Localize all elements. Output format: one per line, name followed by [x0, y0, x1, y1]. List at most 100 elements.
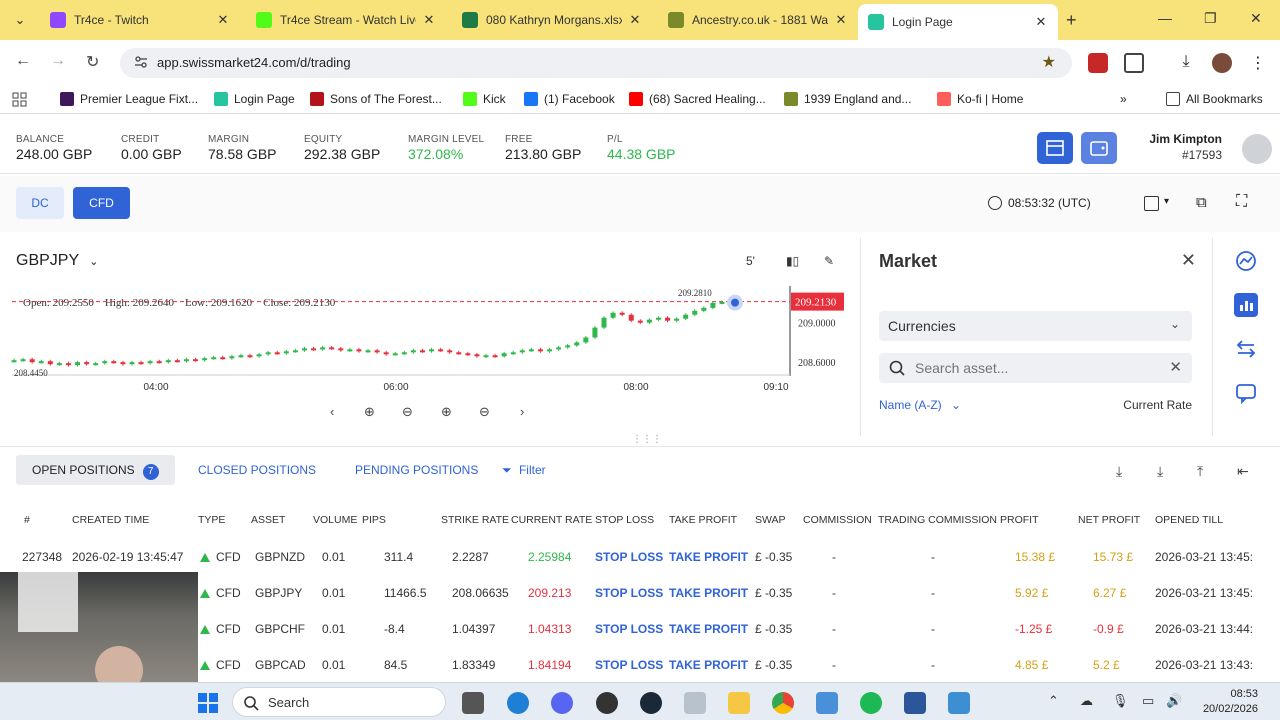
forward-icon[interactable]: →: [50, 52, 66, 70]
column-header[interactable]: VOLUME: [313, 514, 357, 526]
extension-icon[interactable]: [1088, 53, 1108, 73]
column-header[interactable]: ASSET: [251, 514, 285, 526]
onedrive-icon[interactable]: ☁: [1080, 693, 1093, 709]
browser-tab[interactable]: Tr4ce Stream - Watch Live ✕: [246, 4, 446, 36]
back-icon[interactable]: ←: [15, 52, 31, 70]
column-header[interactable]: PROFIT: [1000, 514, 1039, 526]
reload-icon[interactable]: ↻: [86, 52, 99, 72]
tab-closed-positions[interactable]: CLOSED POSITIONS: [182, 455, 332, 485]
bookmark-item[interactable]: Login Page: [214, 92, 295, 106]
chrome-icon[interactable]: [772, 692, 794, 714]
take-profit-button[interactable]: TAKE PROFIT: [669, 658, 748, 672]
browser-tab[interactable]: Login Page ✕: [858, 4, 1058, 40]
minimize-icon[interactable]: —: [1158, 10, 1172, 26]
bookmark-item[interactable]: (68) Sacred Healing...: [629, 92, 766, 106]
column-header[interactable]: STOP LOSS: [595, 514, 654, 526]
stop-loss-button[interactable]: STOP LOSS: [595, 622, 663, 636]
market-close-icon[interactable]: ✕: [1181, 250, 1196, 271]
row-resize-handle[interactable]: ⋮⋮⋮: [632, 434, 662, 445]
scroll-right-icon[interactable]: ›: [520, 404, 524, 419]
apps-grid-icon[interactable]: [12, 92, 28, 108]
zoom-fit-in-icon[interactable]: ⊕: [441, 404, 452, 420]
microphone-icon[interactable]: 🎙: [1112, 693, 1129, 709]
clear-search-icon[interactable]: ✕: [1169, 358, 1182, 376]
bookmark-star-icon[interactable]: ★: [1042, 52, 1056, 72]
fullscreen-icon[interactable]: ⛶: [1236, 193, 1247, 211]
volume-icon[interactable]: 🔊: [1166, 693, 1182, 709]
zoom-in-icon[interactable]: ⊕: [364, 404, 375, 420]
profile-avatar[interactable]: [1212, 53, 1232, 73]
column-header[interactable]: TYPE: [198, 514, 225, 526]
stop-loss-button[interactable]: STOP LOSS: [595, 550, 663, 564]
dc-mode-button[interactable]: DC: [16, 187, 64, 219]
tab-close-icon[interactable]: ✕: [628, 12, 642, 28]
app-icon-4[interactable]: [948, 692, 970, 714]
column-header[interactable]: CREATED TIME: [72, 514, 149, 526]
bookmark-item[interactable]: Premier League Fixt...: [60, 92, 198, 106]
zoom-fit-out-icon[interactable]: ⊖: [479, 404, 490, 420]
column-header[interactable]: STRIKE RATE: [441, 514, 509, 526]
tab-close-icon[interactable]: ✕: [1034, 14, 1048, 30]
extensions-puzzle-icon[interactable]: [1124, 53, 1144, 73]
wallet-button[interactable]: [1081, 132, 1117, 164]
tab-pending-positions[interactable]: PENDING POSITIONS: [339, 455, 494, 485]
new-tab-button[interactable]: +: [1066, 10, 1077, 31]
browser-tab[interactable]: Tr4ce - Twitch ✕: [40, 4, 240, 36]
more-bookmarks-icon[interactable]: »: [1120, 92, 1127, 106]
column-header[interactable]: NET PROFIT: [1078, 514, 1140, 526]
column-header[interactable]: CURRENT RATE: [511, 514, 592, 526]
discord-icon[interactable]: [551, 692, 573, 714]
market-watch-icon[interactable]: [1233, 248, 1259, 274]
chart-view-icon[interactable]: [1233, 292, 1259, 318]
all-bookmarks-folder[interactable]: All Bookmarks: [1166, 92, 1263, 106]
zoom-out-icon[interactable]: ⊖: [402, 404, 413, 420]
bookmark-item[interactable]: Kick: [463, 92, 506, 106]
task-view-icon[interactable]: [462, 692, 484, 714]
word-icon[interactable]: [904, 692, 926, 714]
split-view-icon[interactable]: ⧉: [1196, 194, 1207, 211]
expand-up-icon[interactable]: ⤒: [1197, 463, 1203, 480]
bookmark-item[interactable]: 1939 England and...: [784, 92, 911, 106]
sort-selector[interactable]: Name (A-Z) ⌄: [879, 398, 961, 412]
layout-chevron-icon[interactable]: ▾: [1164, 196, 1169, 207]
window-close-icon[interactable]: ✕: [1250, 10, 1262, 27]
drawing-tool-icon[interactable]: ✎: [824, 254, 834, 268]
take-profit-button[interactable]: TAKE PROFIT: [669, 550, 748, 564]
address-bar[interactable]: app.swissmarket24.com/d/trading ★: [120, 48, 1072, 78]
site-info-icon[interactable]: [134, 55, 148, 69]
column-header[interactable]: PIPS: [362, 514, 386, 526]
timeframe-selector[interactable]: 5': [746, 254, 755, 268]
category-dropdown[interactable]: Currencies ⌄: [879, 311, 1192, 341]
windows-start-icon[interactable]: [197, 692, 219, 714]
price-chart[interactable]: 209.2130 209.2810 208.4450 209.0000 208.6000…: [0, 286, 860, 446]
snipping-tool-icon[interactable]: [816, 692, 838, 714]
chat-icon[interactable]: [1233, 380, 1259, 406]
bookmark-item[interactable]: Ko-fi | Home: [937, 92, 1023, 106]
browser-tab[interactable]: 080 Kathryn Morgans.xlsx ✕: [452, 4, 652, 36]
candle-type-icon[interactable]: ▮▯: [786, 254, 799, 268]
export-download-icon[interactable]: ⤓: [1157, 463, 1163, 480]
take-profit-button[interactable]: TAKE PROFIT: [669, 622, 748, 636]
app-icon-1[interactable]: [507, 692, 529, 714]
column-header[interactable]: OPENED TILL: [1155, 514, 1223, 526]
column-header[interactable]: COMMISSION: [803, 514, 872, 526]
spotify-icon[interactable]: [860, 692, 882, 714]
stop-loss-button[interactable]: STOP LOSS: [595, 586, 663, 600]
tab-close-icon[interactable]: ✕: [834, 12, 848, 28]
column-header[interactable]: SWAP: [755, 514, 786, 526]
asset-search-input[interactable]: [915, 358, 1155, 378]
user-avatar[interactable]: [1242, 134, 1272, 164]
filter-button[interactable]: ⏷ Filter: [502, 463, 546, 478]
tab-open-positions[interactable]: OPEN POSITIONS 7: [16, 455, 175, 485]
app-icon-3[interactable]: [684, 692, 706, 714]
download-icon[interactable]: ⤓: [1176, 53, 1196, 73]
browser-tab[interactable]: Ancestry.co.uk - 1881 Wa ✕: [658, 4, 858, 36]
url-text[interactable]: app.swissmarket24.com/d/trading: [157, 55, 351, 70]
column-header[interactable]: TRADING COMMISSION: [878, 514, 997, 526]
collapse-left-icon[interactable]: ⇤: [1237, 463, 1249, 480]
scroll-left-icon[interactable]: ‹: [330, 404, 334, 419]
collapse-icon[interactable]: ⤓: [1116, 463, 1122, 480]
layout-square-icon[interactable]: [1144, 196, 1159, 211]
file-explorer-icon[interactable]: [728, 692, 750, 714]
taskbar-search[interactable]: Search: [232, 687, 446, 717]
